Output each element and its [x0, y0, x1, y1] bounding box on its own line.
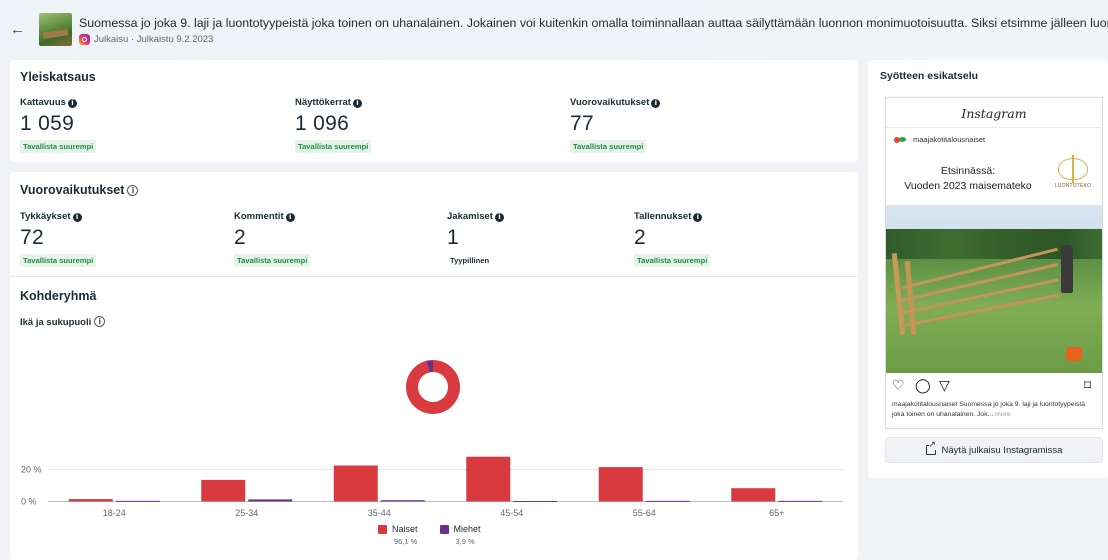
post-text-line2: Vuoden 2023 maisemateko — [904, 179, 1032, 192]
x-tick-label: 18-24 — [103, 508, 126, 518]
bookmark-icon[interactable]: ⌑ — [1084, 377, 1091, 395]
view-on-instagram-button[interactable]: Näytä julkaisu Instagramissa — [885, 437, 1103, 463]
donut-slice-naiset — [406, 360, 461, 414]
legend-item-naiset[interactable]: Naiset 96,1 % — [378, 524, 418, 546]
bar-naiset-65+ — [731, 488, 776, 502]
legend-label: Naiset — [392, 524, 418, 534]
butterfly-icon — [1058, 155, 1088, 183]
chainsaw-shape — [1066, 347, 1082, 361]
bar-miehet-65+ — [778, 500, 823, 502]
legend-swatch — [378, 524, 387, 534]
view-button-label: Näytä julkaisu Instagramissa — [941, 444, 1063, 456]
comment-icon[interactable]: ◯ — [915, 377, 931, 395]
post-author[interactable]: maajakotitalousnaiset — [894, 135, 985, 144]
y-tick-label: 0 % — [21, 497, 37, 507]
bar-miehet-35-44 — [380, 500, 425, 502]
bar-miehet-18-24 — [115, 500, 160, 502]
chart-legend: Naiset 96,1 % Miehet 3,9 % — [378, 524, 481, 546]
bar-naiset-18-24 — [68, 499, 113, 502]
username: maajakotitalousnaiset — [913, 135, 986, 144]
caption-text: maajakotitalousnaiset Suomessa jo joka 9… — [892, 401, 1086, 418]
external-link-icon — [925, 441, 937, 455]
legend-label: Miehet — [453, 524, 481, 534]
post-photo[interactable] — [886, 205, 1102, 373]
bar-naiset-25-34 — [201, 479, 246, 502]
bar-naiset-45-54 — [466, 456, 511, 502]
x-tick-label: 55-64 — [633, 508, 656, 518]
person-figure — [1061, 245, 1073, 293]
bar-miehet-45-54 — [513, 501, 558, 503]
logo-text: LUONTOTEKO — [1054, 183, 1092, 189]
x-tick-label: 35-44 — [368, 508, 391, 518]
legend-percent: 3,9 % — [455, 537, 475, 546]
account-avatar-icon — [894, 136, 907, 144]
preview-title: Syötteen esikatselu — [880, 70, 979, 82]
instagram-post-card: Instagram maajakotitalousnaiset Etsinnäs… — [885, 97, 1103, 429]
post-actions: ♡ ◯ ▽ ⌑ — [892, 377, 1098, 395]
post-text-line1: Etsinnässä: — [940, 165, 996, 177]
audience-chart: 0 % 20 % 18-24 25-34 35-44 45-54 55-64 65+ — [21, 360, 843, 518]
fence-rail — [901, 293, 1059, 328]
share-icon[interactable]: ▽ — [939, 377, 950, 395]
post-image-text: Etsinnässä: Vuoden 2023 maisemateko — [886, 164, 1050, 193]
legend-swatch — [439, 524, 449, 534]
bar-miehet-25-34 — [248, 499, 293, 502]
bar-naiset-35-44 — [333, 465, 378, 502]
caption-more-link[interactable]: more — [995, 411, 1011, 418]
heart-icon[interactable]: ♡ — [892, 377, 905, 395]
y-tick-label: 20 % — [21, 465, 42, 475]
bar-miehet-55-64 — [645, 500, 690, 502]
bar-naiset-55-64 — [598, 467, 643, 502]
legend-percent: 96,1 % — [394, 537, 418, 546]
divider — [886, 127, 1102, 128]
x-tick-label: 65+ — [769, 508, 784, 518]
legend-item-miehet[interactable]: Miehet 3,9 % — [439, 524, 481, 546]
instagram-logo: Instagram — [961, 106, 1027, 121]
x-tick-label: 45-54 — [500, 508, 523, 518]
campaign-logo: LUONTOTEKO — [1050, 155, 1096, 202]
post-caption: maajakotitalousnaiset Suomessa jo joka 9… — [892, 400, 1098, 420]
x-tick-label: 25-34 — [235, 508, 258, 518]
